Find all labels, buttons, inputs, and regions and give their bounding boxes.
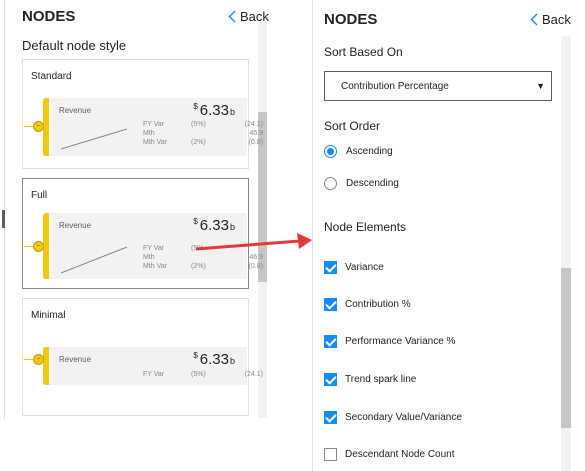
right-panel-title: NODES bbox=[324, 11, 378, 28]
chevron-left-icon bbox=[228, 10, 236, 23]
metric-label: FY Var bbox=[143, 245, 165, 252]
checkbox[interactable] bbox=[324, 298, 337, 311]
metric-pct: (2%) bbox=[191, 263, 206, 270]
checkbox-label: Trend spark line bbox=[345, 374, 417, 385]
checkbox-label: Performance Variance % bbox=[345, 336, 456, 347]
checkbox[interactable] bbox=[324, 411, 337, 424]
checkbox[interactable] bbox=[324, 448, 337, 461]
metric-value: 46.9 bbox=[249, 254, 263, 261]
metric-value: (0.8) bbox=[248, 263, 263, 270]
node-style-card-full[interactable]: Full − Revenue $6.33b FY Var (5% Mth 46.9 … bbox=[22, 178, 263, 289]
checkbox-variance[interactable]: Variance bbox=[324, 261, 384, 274]
radio-label: Ascending bbox=[346, 146, 393, 157]
metric-value: (24.1) bbox=[244, 371, 263, 378]
right-back-button[interactable]: Back bbox=[530, 12, 571, 27]
radio-descending[interactable]: Descending bbox=[324, 177, 399, 190]
node-preview: − Revenue $6.33b FY Var (5% Mth 46.9 Mth V… bbox=[24, 213, 263, 279]
metric-value: (0.8) bbox=[248, 139, 263, 146]
node-name: Revenue bbox=[59, 221, 92, 230]
trend-sparkline bbox=[60, 128, 128, 150]
chevron-left-icon bbox=[530, 13, 538, 26]
radio-ascending[interactable]: Ascending bbox=[324, 145, 393, 158]
value-number: 6.33 bbox=[199, 217, 229, 234]
sort-order-label: Sort Order bbox=[324, 119, 381, 133]
currency-symbol: $ bbox=[193, 102, 198, 111]
node-value: $6.33b bbox=[193, 102, 235, 119]
checkbox-descendant-node-count[interactable]: Descendant Node Count bbox=[324, 448, 455, 461]
node-name: Revenue bbox=[59, 355, 92, 364]
card-title: Minimal bbox=[31, 310, 66, 321]
metric-pct: (5%) bbox=[191, 121, 206, 128]
checkbox[interactable] bbox=[324, 335, 337, 348]
default-node-style-label: Default node style bbox=[22, 38, 127, 53]
expand-node-icon: − bbox=[33, 354, 44, 365]
node-elements-label: Node Elements bbox=[324, 220, 407, 234]
left-panel-title: NODES bbox=[22, 8, 76, 25]
metric-value: 46.9 bbox=[249, 130, 263, 137]
sort-based-on-dropdown[interactable]: Contribution Percentage ▼ bbox=[324, 71, 552, 101]
metric-label: Mth bbox=[143, 130, 155, 137]
metric-label: Mth Var bbox=[143, 139, 167, 146]
metric-value: (24.1) bbox=[244, 121, 263, 128]
checkbox-label: Secondary Value/Variance bbox=[345, 412, 462, 423]
sort-based-on-label: Sort Based On bbox=[324, 45, 403, 59]
checkbox-label: Contribution % bbox=[345, 299, 411, 310]
value-suffix: b bbox=[229, 222, 235, 232]
value-suffix: b bbox=[229, 107, 235, 117]
metric-pct: (5% bbox=[191, 245, 204, 252]
card-title: Full bbox=[31, 190, 48, 201]
metric-label: FY Var bbox=[143, 371, 165, 378]
radio-label: Descending bbox=[346, 178, 399, 189]
card-title: Standard bbox=[31, 71, 72, 82]
currency-symbol: $ bbox=[193, 351, 198, 360]
value-number: 6.33 bbox=[199, 351, 229, 368]
chevron-down-icon: ▼ bbox=[536, 81, 545, 91]
radio-button[interactable] bbox=[324, 145, 337, 158]
left-nodes-panel: NODES Back Default node style Standard −… bbox=[0, 0, 270, 420]
node-preview: − Revenue $6.33b FY Var (5%) (24.1) Mth 46.… bbox=[24, 98, 263, 156]
checkbox-label: Descendant Node Count bbox=[345, 449, 455, 460]
value-number: 6.33 bbox=[199, 102, 229, 119]
expand-node-icon: − bbox=[33, 241, 44, 252]
metric-label: Mth bbox=[143, 254, 155, 261]
resize-handle[interactable] bbox=[2, 210, 5, 228]
checkbox-label: Variance bbox=[345, 262, 384, 273]
metric-pct: (5%) bbox=[191, 371, 206, 378]
node-value: $6.33b bbox=[193, 351, 235, 368]
metric-label: Mth Var bbox=[143, 263, 167, 270]
node-style-card-standard[interactable]: Standard − Revenue $6.33b FY Var (5%) (24.… bbox=[22, 59, 263, 169]
node-style-card-minimal[interactable]: Minimal − Revenue $6.33b FY Var (5%) (24.1… bbox=[22, 298, 263, 416]
currency-symbol: $ bbox=[193, 217, 198, 226]
radio-button[interactable] bbox=[324, 177, 337, 190]
value-suffix: b bbox=[229, 356, 235, 366]
back-label: Back bbox=[542, 12, 571, 27]
node-name: Revenue bbox=[59, 106, 92, 115]
checkbox-performance-variance[interactable]: Performance Variance % bbox=[324, 335, 455, 348]
trend-sparkline bbox=[60, 246, 128, 274]
expand-node-icon: − bbox=[33, 121, 44, 132]
checkbox-trend-spark-line[interactable]: Trend spark line bbox=[324, 373, 416, 386]
metric-pct: (2%) bbox=[191, 139, 206, 146]
checkbox[interactable] bbox=[324, 373, 337, 386]
checkbox-contribution[interactable]: Contribution % bbox=[324, 298, 411, 311]
right-scrollbar-thumb[interactable] bbox=[561, 268, 571, 428]
checkbox[interactable] bbox=[324, 261, 337, 274]
node-value: $6.33b bbox=[193, 217, 235, 234]
node-color-bar bbox=[43, 347, 49, 385]
node-preview: − Revenue $6.33b FY Var (5%) (24.1) bbox=[24, 347, 263, 385]
checkbox-secondary-value[interactable]: Secondary Value/Variance bbox=[324, 411, 462, 424]
dropdown-selected-value: Contribution Percentage bbox=[341, 81, 449, 92]
metric-label: FY Var bbox=[143, 121, 165, 128]
